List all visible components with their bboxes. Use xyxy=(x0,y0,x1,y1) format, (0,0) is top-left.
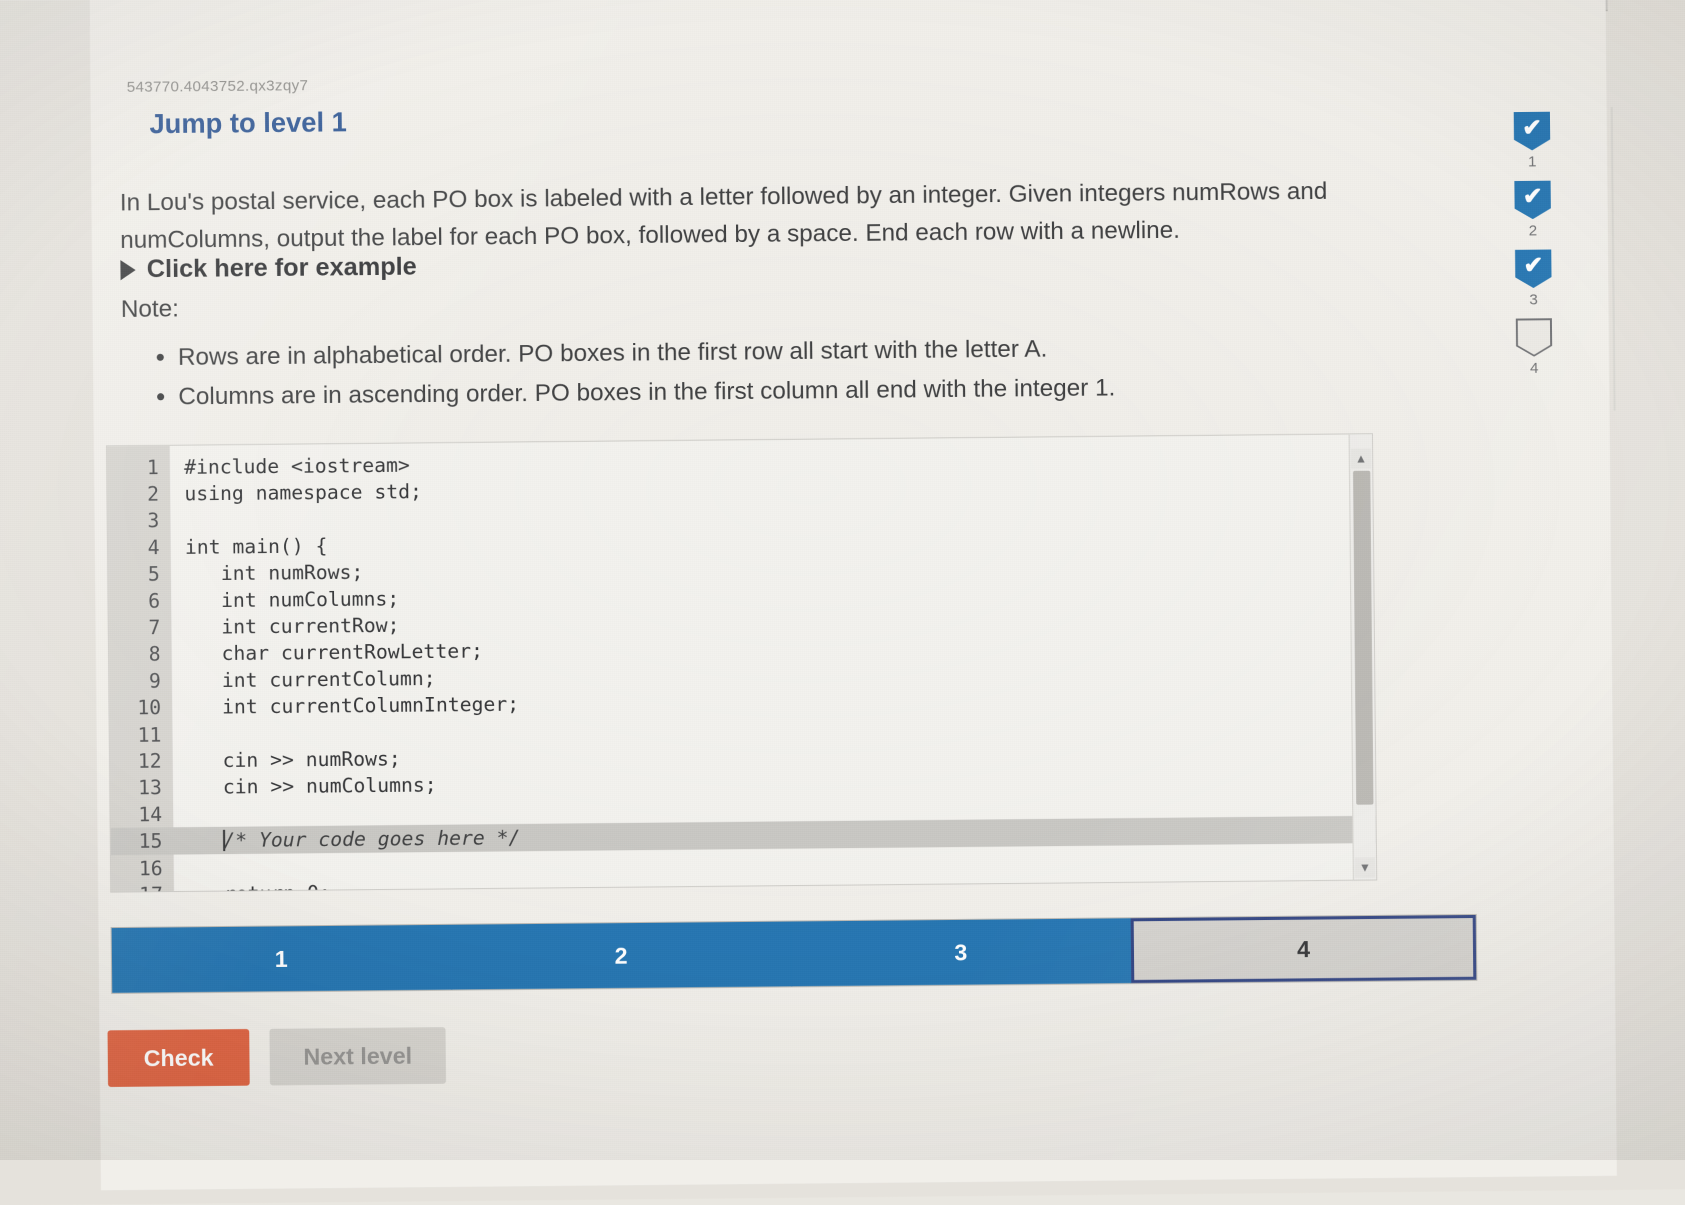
progress-badge-label: 3 xyxy=(1529,291,1538,308)
problem-statement: In Lou's postal service, each PO box is … xyxy=(120,171,1477,259)
example-disclosure-label: Click here for example xyxy=(147,252,417,284)
code-text: using namespace std; xyxy=(170,480,422,506)
code-text: char currentRowLetter; xyxy=(172,640,483,666)
code-text: int numColumns; xyxy=(171,587,399,612)
activity-panel: 543770.4043752.qx3zqy7 Jump to level 1 I… xyxy=(89,0,1616,1190)
line-number: 11 xyxy=(110,723,173,747)
note-label: Note: xyxy=(121,295,179,324)
example-disclosure[interactable]: Click here for example xyxy=(120,252,417,284)
code-text: cin >> numColumns; xyxy=(173,774,437,800)
code-text: return 0; xyxy=(174,881,331,892)
check-icon: ✔ xyxy=(1514,112,1551,151)
editor-scrollbar[interactable]: ▲ ▼ xyxy=(1349,434,1377,879)
line-number: 12 xyxy=(110,749,173,773)
scroll-down-icon[interactable]: ▼ xyxy=(1355,857,1375,877)
progress-badge-1[interactable]: ✔1 xyxy=(1493,112,1570,171)
line-number: 6 xyxy=(108,589,171,613)
code-text: #include <iostream> xyxy=(170,453,410,479)
line-number: 17 xyxy=(111,883,174,893)
code-text: int currentRow; xyxy=(171,614,399,639)
check-icon: ✔ xyxy=(1515,249,1552,288)
code-text: int main() { xyxy=(171,534,328,559)
level-tab-4[interactable]: 4 xyxy=(1131,915,1476,983)
progress-badge-2[interactable]: ✔2 xyxy=(1494,180,1571,239)
progress-badge-3[interactable]: ✔3 xyxy=(1495,249,1572,308)
level-tab-1[interactable]: 1 xyxy=(112,925,452,993)
triangle-right-icon xyxy=(120,259,135,279)
scrollbar-thumb[interactable] xyxy=(1353,471,1373,805)
progress-rail: ✔1✔2✔34 xyxy=(1493,112,1573,416)
checkmark-glyph: ✔ xyxy=(1522,116,1542,139)
code-text: cin >> numRows; xyxy=(173,747,401,772)
progress-badge-label: 4 xyxy=(1530,360,1539,377)
scroll-up-icon[interactable]: ▲ xyxy=(1351,448,1371,468)
code-text: /* Your code goes here */ xyxy=(223,826,520,852)
level-tab-2[interactable]: 2 xyxy=(451,922,791,990)
code-text: int currentColumn; xyxy=(172,667,436,693)
line-number: 4 xyxy=(108,536,171,560)
level-tab-3[interactable]: 3 xyxy=(791,918,1131,986)
line-number: 16 xyxy=(111,856,174,880)
line-number: 8 xyxy=(109,643,172,667)
progress-badge-label: 2 xyxy=(1529,222,1538,239)
progress-badge-4[interactable]: 4 xyxy=(1495,318,1572,377)
line-number: 15 xyxy=(111,829,174,853)
level-progress-bar[interactable]: 1234 xyxy=(111,914,1478,994)
code-text: int numRows; xyxy=(171,561,364,586)
check-button[interactable]: Check xyxy=(108,1029,250,1087)
exercise-id: 543770.4043752.qx3zqy7 xyxy=(127,77,309,96)
code-text: int currentColumnInteger; xyxy=(172,693,519,720)
line-number: 7 xyxy=(109,616,172,640)
line-number: 14 xyxy=(110,803,173,827)
checkmark-glyph: ✔ xyxy=(1523,253,1543,276)
empty-badge-icon xyxy=(1516,318,1553,357)
note-list: Rows are in alphabetical order. PO boxes… xyxy=(121,324,1534,416)
code-lines[interactable]: 1#include <iostream>2using namespace std… xyxy=(107,442,1376,892)
page-title: Jump to level 1 xyxy=(149,107,347,140)
line-number: 10 xyxy=(109,696,172,720)
line-number: 3 xyxy=(108,509,171,533)
next-level-button: Next level xyxy=(269,1027,446,1085)
line-number: 9 xyxy=(109,669,172,693)
checkmark-glyph: ✔ xyxy=(1523,185,1543,208)
line-number: 1 xyxy=(107,456,170,480)
line-number: 2 xyxy=(107,482,170,506)
code-editor[interactable]: 1#include <iostream>2using namespace std… xyxy=(106,433,1377,892)
line-number: 5 xyxy=(108,562,171,586)
progress-badge-label: 1 xyxy=(1528,153,1537,170)
check-icon: ✔ xyxy=(1514,181,1551,220)
line-number: 13 xyxy=(110,776,173,800)
